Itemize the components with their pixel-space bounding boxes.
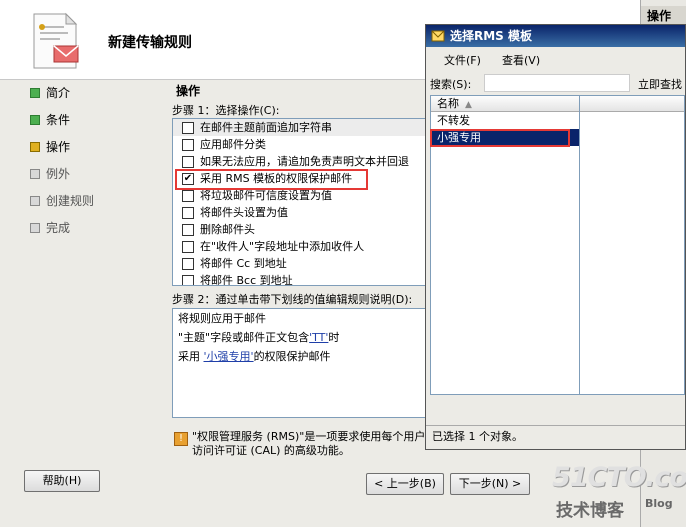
action-item[interactable]: 在"收件人"字段地址中添加收件人 bbox=[173, 238, 429, 255]
template-item[interactable]: 不转发 bbox=[431, 112, 579, 129]
info-note: ! "权限管理服务 (RMS)"是一项要求使用每个用户访问许可证 (CAL) 的… bbox=[172, 430, 430, 458]
checkbox[interactable] bbox=[182, 139, 194, 151]
sort-ascending-icon: ▲ bbox=[465, 100, 472, 110]
action-item[interactable]: 如果无法应用，请追加免责声明文本并回退 bbox=[173, 153, 429, 170]
checkbox[interactable] bbox=[182, 156, 194, 168]
template-list-extra-column bbox=[580, 95, 685, 395]
checkbox[interactable] bbox=[182, 224, 194, 236]
step-pending-icon bbox=[30, 196, 40, 206]
action-item[interactable]: 应用邮件分类 bbox=[173, 136, 429, 153]
action-label: 如果无法应用，请追加免责声明文本并回退 bbox=[200, 155, 409, 168]
back-button[interactable]: < 上一步(B) bbox=[366, 473, 444, 495]
column-label: 名称 bbox=[437, 97, 459, 110]
desc-text: 采用 bbox=[178, 350, 200, 363]
action-label: 在"收件人"字段地址中添加收件人 bbox=[200, 240, 365, 253]
step-actions[interactable]: 操作 bbox=[30, 140, 94, 167]
actions-pane-title: 操作 bbox=[641, 6, 686, 26]
menu-file[interactable]: 文件(F) bbox=[444, 52, 481, 68]
desc-line: "主题"字段或邮件正文包含'TT'时 bbox=[173, 328, 429, 347]
action-item[interactable]: 删除邮件头 bbox=[173, 221, 429, 238]
info-text: "权限管理服务 (RMS)"是一项要求使用每个用户访问许可证 (CAL) 的高级… bbox=[192, 430, 426, 457]
step-pending-icon bbox=[30, 169, 40, 179]
desc-line: 采用 '小强专用'的权限保护邮件 bbox=[173, 347, 429, 366]
checkbox[interactable] bbox=[182, 241, 194, 253]
step-conditions[interactable]: 条件 bbox=[30, 113, 94, 140]
step-pending-icon bbox=[30, 223, 40, 233]
watermark-tagline: 技术博客 bbox=[556, 501, 624, 521]
dialog-titlebar: 选择RMS 模板 bbox=[426, 25, 685, 47]
desc-text: "主题"字段或邮件正文包含 bbox=[178, 331, 310, 344]
desc-text: 的权限保护邮件 bbox=[253, 350, 331, 363]
checkbox[interactable] bbox=[182, 122, 194, 134]
step-label: 操作 bbox=[46, 140, 71, 154]
action-label: 将垃圾邮件可信度设置为值 bbox=[200, 189, 332, 202]
action-item[interactable]: 在邮件主题前面追加字符串 bbox=[173, 119, 429, 136]
site-watermark: 51CTO.com bbox=[552, 462, 686, 493]
step-intro[interactable]: 简介 bbox=[30, 86, 94, 113]
keyword-link[interactable]: 'TT' bbox=[309, 331, 328, 344]
step-label: 条件 bbox=[46, 113, 71, 127]
step-label: 简介 bbox=[46, 86, 71, 100]
checkbox[interactable] bbox=[182, 190, 194, 202]
action-item[interactable]: 将邮件 Cc 到地址 bbox=[173, 255, 429, 272]
empty-column-header[interactable] bbox=[580, 96, 684, 112]
desc-text: 时 bbox=[328, 331, 340, 344]
step-label: 创建规则 bbox=[46, 194, 95, 208]
step-exceptions[interactable]: 例外 bbox=[30, 167, 94, 194]
checkbox[interactable] bbox=[182, 207, 194, 219]
action-label: 应用邮件分类 bbox=[200, 138, 266, 151]
dialog-title: 选择RMS 模板 bbox=[450, 29, 533, 43]
action-item[interactable]: 将邮件头设置为值 bbox=[173, 204, 429, 221]
wizard-steps: 简介 条件 操作 例外 创建规则 完成 bbox=[30, 86, 94, 248]
step-done-icon bbox=[30, 88, 40, 98]
step-finish[interactable]: 完成 bbox=[30, 221, 94, 248]
step-label: 完成 bbox=[46, 221, 71, 235]
actions-list[interactable]: 在邮件主题前面追加字符串 应用邮件分类 如果无法应用，请追加免责声明文本并回退 … bbox=[172, 118, 430, 286]
section-title: 操作 bbox=[176, 84, 201, 98]
desc-line: 将规则应用于邮件 bbox=[173, 309, 429, 328]
step-current-icon bbox=[30, 142, 40, 152]
step-create-rule[interactable]: 创建规则 bbox=[30, 194, 94, 221]
mail-document-icon bbox=[33, 12, 79, 69]
menu-view[interactable]: 查看(V) bbox=[502, 52, 540, 68]
step-label: 例外 bbox=[46, 167, 71, 181]
highlight-box-action bbox=[175, 169, 368, 190]
action-label: 在邮件主题前面追加字符串 bbox=[200, 121, 332, 134]
action-label: 删除邮件头 bbox=[200, 223, 255, 236]
dialog-menubar: 文件(F) 查看(V) bbox=[426, 48, 685, 70]
checkbox[interactable] bbox=[182, 275, 194, 285]
desc-text: 将规则应用于邮件 bbox=[178, 312, 266, 325]
search-input[interactable] bbox=[484, 74, 630, 92]
checkbox[interactable] bbox=[182, 258, 194, 270]
next-button[interactable]: 下一步(N) > bbox=[450, 473, 530, 495]
action-label: 将邮件头设置为值 bbox=[200, 206, 288, 219]
info-icon: ! bbox=[174, 432, 188, 446]
help-button[interactable]: 帮助(H) bbox=[24, 470, 100, 492]
find-now-button[interactable]: 立即查找 bbox=[638, 76, 682, 92]
step-done-icon bbox=[30, 115, 40, 125]
step1-label: 步骤 1：选择操作(C): bbox=[172, 104, 280, 117]
action-label: 将邮件 Cc 到地址 bbox=[200, 257, 287, 270]
watermark-blog: Blog bbox=[645, 497, 673, 510]
select-rms-template-dialog: 选择RMS 模板 文件(F) 查看(V) 搜索(S): 立即查找 名称 ▲ 不转发… bbox=[425, 24, 686, 450]
action-label: 将邮件 Bcc 到地址 bbox=[200, 274, 293, 286]
rule-description: 将规则应用于邮件 "主题"字段或邮件正文包含'TT'时 采用 '小强专用'的权限… bbox=[172, 308, 430, 418]
step2-label: 步骤 2：通过单击带下划线的值编辑规则说明(D): bbox=[172, 293, 413, 306]
rms-template-icon bbox=[431, 30, 445, 42]
status-bar: 已选择 1 个对象。 bbox=[426, 425, 685, 449]
highlight-box-template bbox=[430, 129, 570, 147]
wizard-title: 新建传输规则 bbox=[108, 35, 192, 51]
search-label: 搜索(S): bbox=[430, 78, 472, 91]
name-column-header[interactable]: 名称 ▲ bbox=[431, 96, 579, 112]
search-bar: 搜索(S): 立即查找 bbox=[426, 72, 685, 94]
template-link[interactable]: '小强专用' bbox=[204, 350, 254, 363]
action-item[interactable]: 将邮件 Bcc 到地址 bbox=[173, 272, 429, 286]
